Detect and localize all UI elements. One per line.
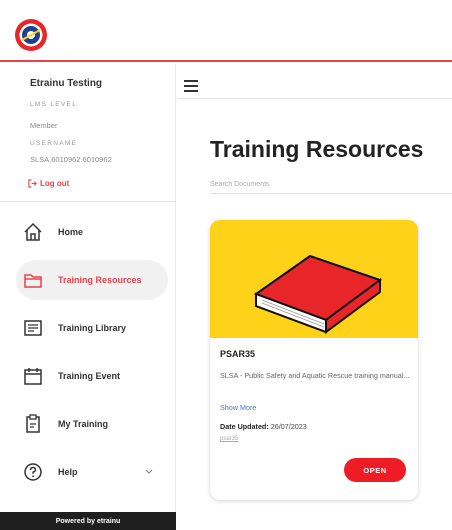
show-more-link[interactable]: Show More — [220, 403, 256, 412]
home-icon — [20, 219, 46, 245]
page-title: Training Resources — [210, 136, 424, 162]
lms-level-value: Member — [30, 121, 58, 130]
lms-level-label: LMS LEVEL — [30, 101, 78, 108]
resource-thumbnail — [210, 220, 418, 338]
username-value: SLSA.6010962.6010962 — [30, 155, 112, 164]
chevron-down-icon — [145, 469, 153, 474]
logout-link[interactable]: Log out — [28, 179, 69, 188]
sidebar-item-label: Training Event — [58, 371, 121, 381]
resource-title: PSAR35 — [220, 349, 256, 359]
sidebar-item-label: Training Library — [58, 323, 127, 333]
user-name: Etrainu Testing — [30, 78, 103, 89]
calendar-icon — [20, 363, 46, 389]
sidebar-item-training-event[interactable]: Training Event — [16, 356, 168, 396]
powered-by-footer: Powered by etrainu — [0, 512, 176, 530]
open-button[interactable]: OPEN — [344, 458, 406, 482]
book-icon — [253, 254, 383, 334]
date-updated-label: Date Updated: — [220, 422, 269, 431]
top-bar — [0, 0, 452, 62]
sidebar-item-home[interactable]: Home — [16, 212, 168, 252]
sidebar-item-label: My Training — [58, 419, 109, 429]
resource-tag[interactable]: psar35 — [220, 436, 238, 442]
menu-toggle-icon[interactable] — [184, 80, 198, 92]
header-divider — [178, 98, 452, 99]
sidebar: Etrainu Testing LMS LEVEL Member USERNAM… — [0, 64, 176, 530]
sidebar-divider — [0, 201, 176, 202]
clipboard-icon — [20, 411, 46, 437]
folder-icon — [20, 267, 46, 293]
resource-description: SLSA - Public Safety and Aquatic Rescue … — [220, 371, 410, 380]
sidebar-item-training-resources[interactable]: Training Resources — [16, 260, 168, 300]
sidebar-item-label: Training Resources — [58, 275, 142, 285]
date-updated-value: 26/07/2023 — [270, 422, 307, 431]
resource-card[interactable]: PSAR35 SLSA - Public Safety and Aquatic … — [210, 220, 418, 500]
sidebar-item-training-library[interactable]: Training Library — [16, 308, 168, 348]
sidebar-item-my-training[interactable]: My Training — [16, 404, 168, 444]
sidebar-item-help[interactable]: Help — [16, 452, 168, 492]
logout-label: Log out — [40, 179, 70, 188]
date-updated: Date Updated: 26/07/2023 — [220, 422, 307, 431]
sidebar-item-label: Home — [58, 227, 84, 237]
username-label: USERNAME — [30, 140, 78, 147]
help-icon — [20, 459, 46, 485]
logout-icon — [28, 179, 37, 188]
sidebar-item-label: Help — [58, 467, 78, 477]
search-input[interactable] — [210, 176, 452, 194]
library-icon — [20, 315, 46, 341]
slsa-logo[interactable] — [14, 18, 48, 52]
